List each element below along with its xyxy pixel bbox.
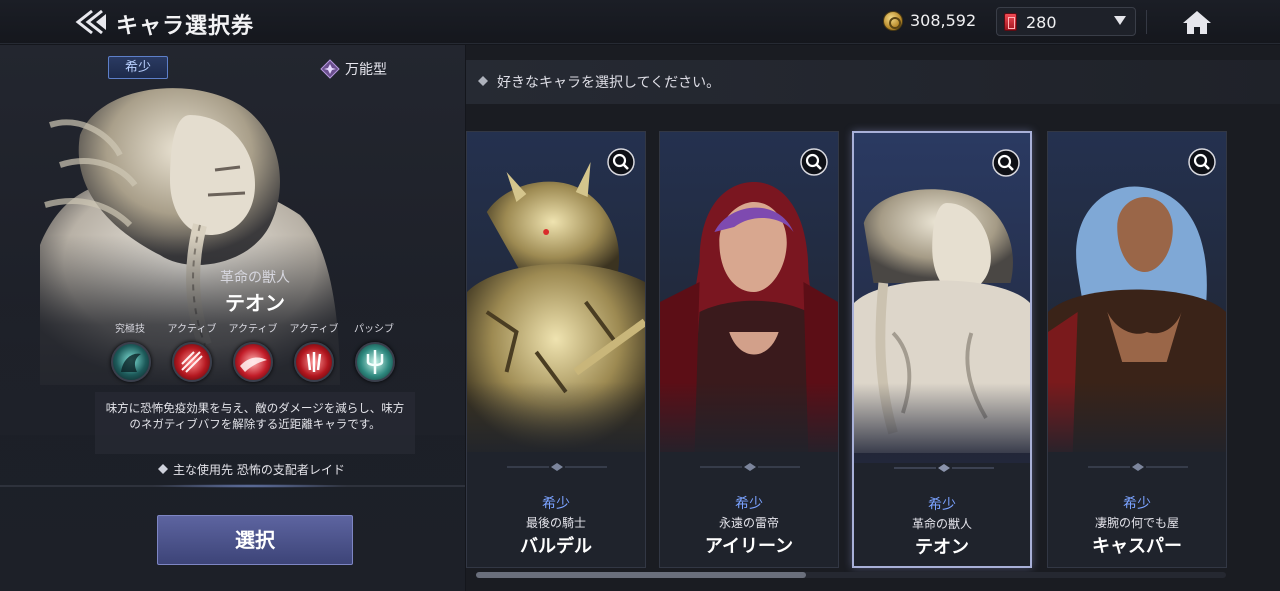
card-name: テオン — [915, 537, 969, 558]
card-epithet: 最後の騎士 — [525, 516, 586, 530]
magnifier-icon[interactable] — [800, 148, 828, 176]
character-detail-panel: 希少 万能型 革命の獣人 テオン 究極技 アクティブ アクティブ アクティブ パ… — [0, 45, 465, 591]
back-button[interactable] — [72, 8, 108, 36]
character-description: 味方に恐怖免疫効果を与え、敵のダメージを減らし、味方のネガティブバフを解除する近… — [105, 401, 405, 431]
card-fade — [660, 382, 838, 462]
character-name: テオン — [225, 291, 285, 315]
card-epithet: 永遠の雷帝 — [718, 516, 779, 530]
card-fade — [1048, 382, 1226, 462]
card-fade — [467, 382, 645, 462]
home-button[interactable] — [1178, 8, 1216, 36]
home-icon — [1183, 11, 1211, 34]
instruction-text: 好きなキャラを選択してください。 — [497, 75, 721, 91]
passive-trident-skill-icon[interactable] — [355, 342, 395, 382]
chevron-down-icon — [1114, 16, 1126, 25]
card-name: アイリーン — [704, 536, 794, 557]
all-round-role-icon — [320, 59, 340, 79]
gold-amount: 308,592 — [910, 11, 977, 30]
claw-slash-skill-icon[interactable] — [172, 342, 212, 382]
divider-glow — [150, 484, 350, 488]
card-rarity: 希少 — [1123, 496, 1151, 512]
roar-skill-icon[interactable] — [294, 342, 334, 382]
character-card-4[interactable]: 希少 凄腕の何でも屋 キャスパー — [1047, 131, 1227, 568]
skill-type-active-2: アクティブ — [228, 324, 278, 335]
magnifier-icon[interactable] — [1188, 148, 1216, 176]
skill-type-ultimate: 究極技 — [115, 324, 145, 335]
skill-type-active-1: アクティブ — [167, 324, 217, 335]
skill-type-passive: パッシブ — [354, 324, 394, 335]
skill-type-labels: 究極技 アクティブ アクティブ アクティブ パッシブ — [103, 320, 413, 336]
character-epithet: 革命の獣人 — [220, 270, 290, 286]
character-card-3[interactable]: 希少 革命の獣人 テオン — [852, 131, 1032, 568]
card-epithet: 革命の獣人 — [911, 517, 972, 531]
rarity-badge: 希少 — [108, 56, 168, 79]
scrollbar-thumb[interactable] — [476, 572, 806, 578]
card-fade — [854, 383, 1030, 463]
main-usage-label: 主な使用先 恐怖の支配者レイド — [173, 463, 345, 477]
ultimate-skill-icon[interactable] — [111, 342, 151, 382]
card-name: キャスパー — [1092, 536, 1182, 557]
diamond-bullet-icon — [158, 464, 168, 474]
magnifier-icon[interactable] — [607, 148, 635, 176]
select-button[interactable]: 選択 — [157, 515, 353, 565]
magnifier-icon[interactable] — [992, 149, 1020, 177]
diamond-bullet-icon — [478, 76, 488, 86]
top-bar: キャラ選択券 308,592 280 — [0, 0, 1280, 44]
gold-coin-icon — [883, 11, 903, 31]
skill-icons-row — [103, 342, 413, 386]
card-rarity: 希少 — [735, 496, 763, 512]
character-card-2[interactable]: 希少 永遠の雷帝 アイリーン — [659, 131, 839, 568]
gem-currency-dropdown[interactable]: 280 — [996, 7, 1136, 36]
character-card-1[interactable]: 希少 最後の騎士 バルデル — [466, 131, 646, 568]
card-ornament — [507, 463, 607, 471]
card-rarity: 希少 — [928, 497, 956, 513]
header-divider — [1146, 10, 1147, 34]
fang-skill-icon[interactable] — [233, 342, 273, 382]
ruby-gem-icon — [1004, 13, 1017, 31]
gem-amount: 280 — [1026, 13, 1057, 32]
back-arrow-icon — [75, 9, 106, 35]
card-ornament — [700, 463, 800, 471]
card-rarity: 希少 — [542, 496, 570, 512]
role-label: 万能型 — [345, 62, 387, 78]
skill-type-active-3: アクティブ — [289, 324, 339, 335]
card-name: バルデル — [520, 536, 592, 557]
card-ornament — [894, 464, 994, 472]
page-title: キャラ選択券 — [116, 14, 255, 39]
card-ornament — [1088, 463, 1188, 471]
card-epithet: 凄腕の何でも屋 — [1094, 516, 1179, 530]
